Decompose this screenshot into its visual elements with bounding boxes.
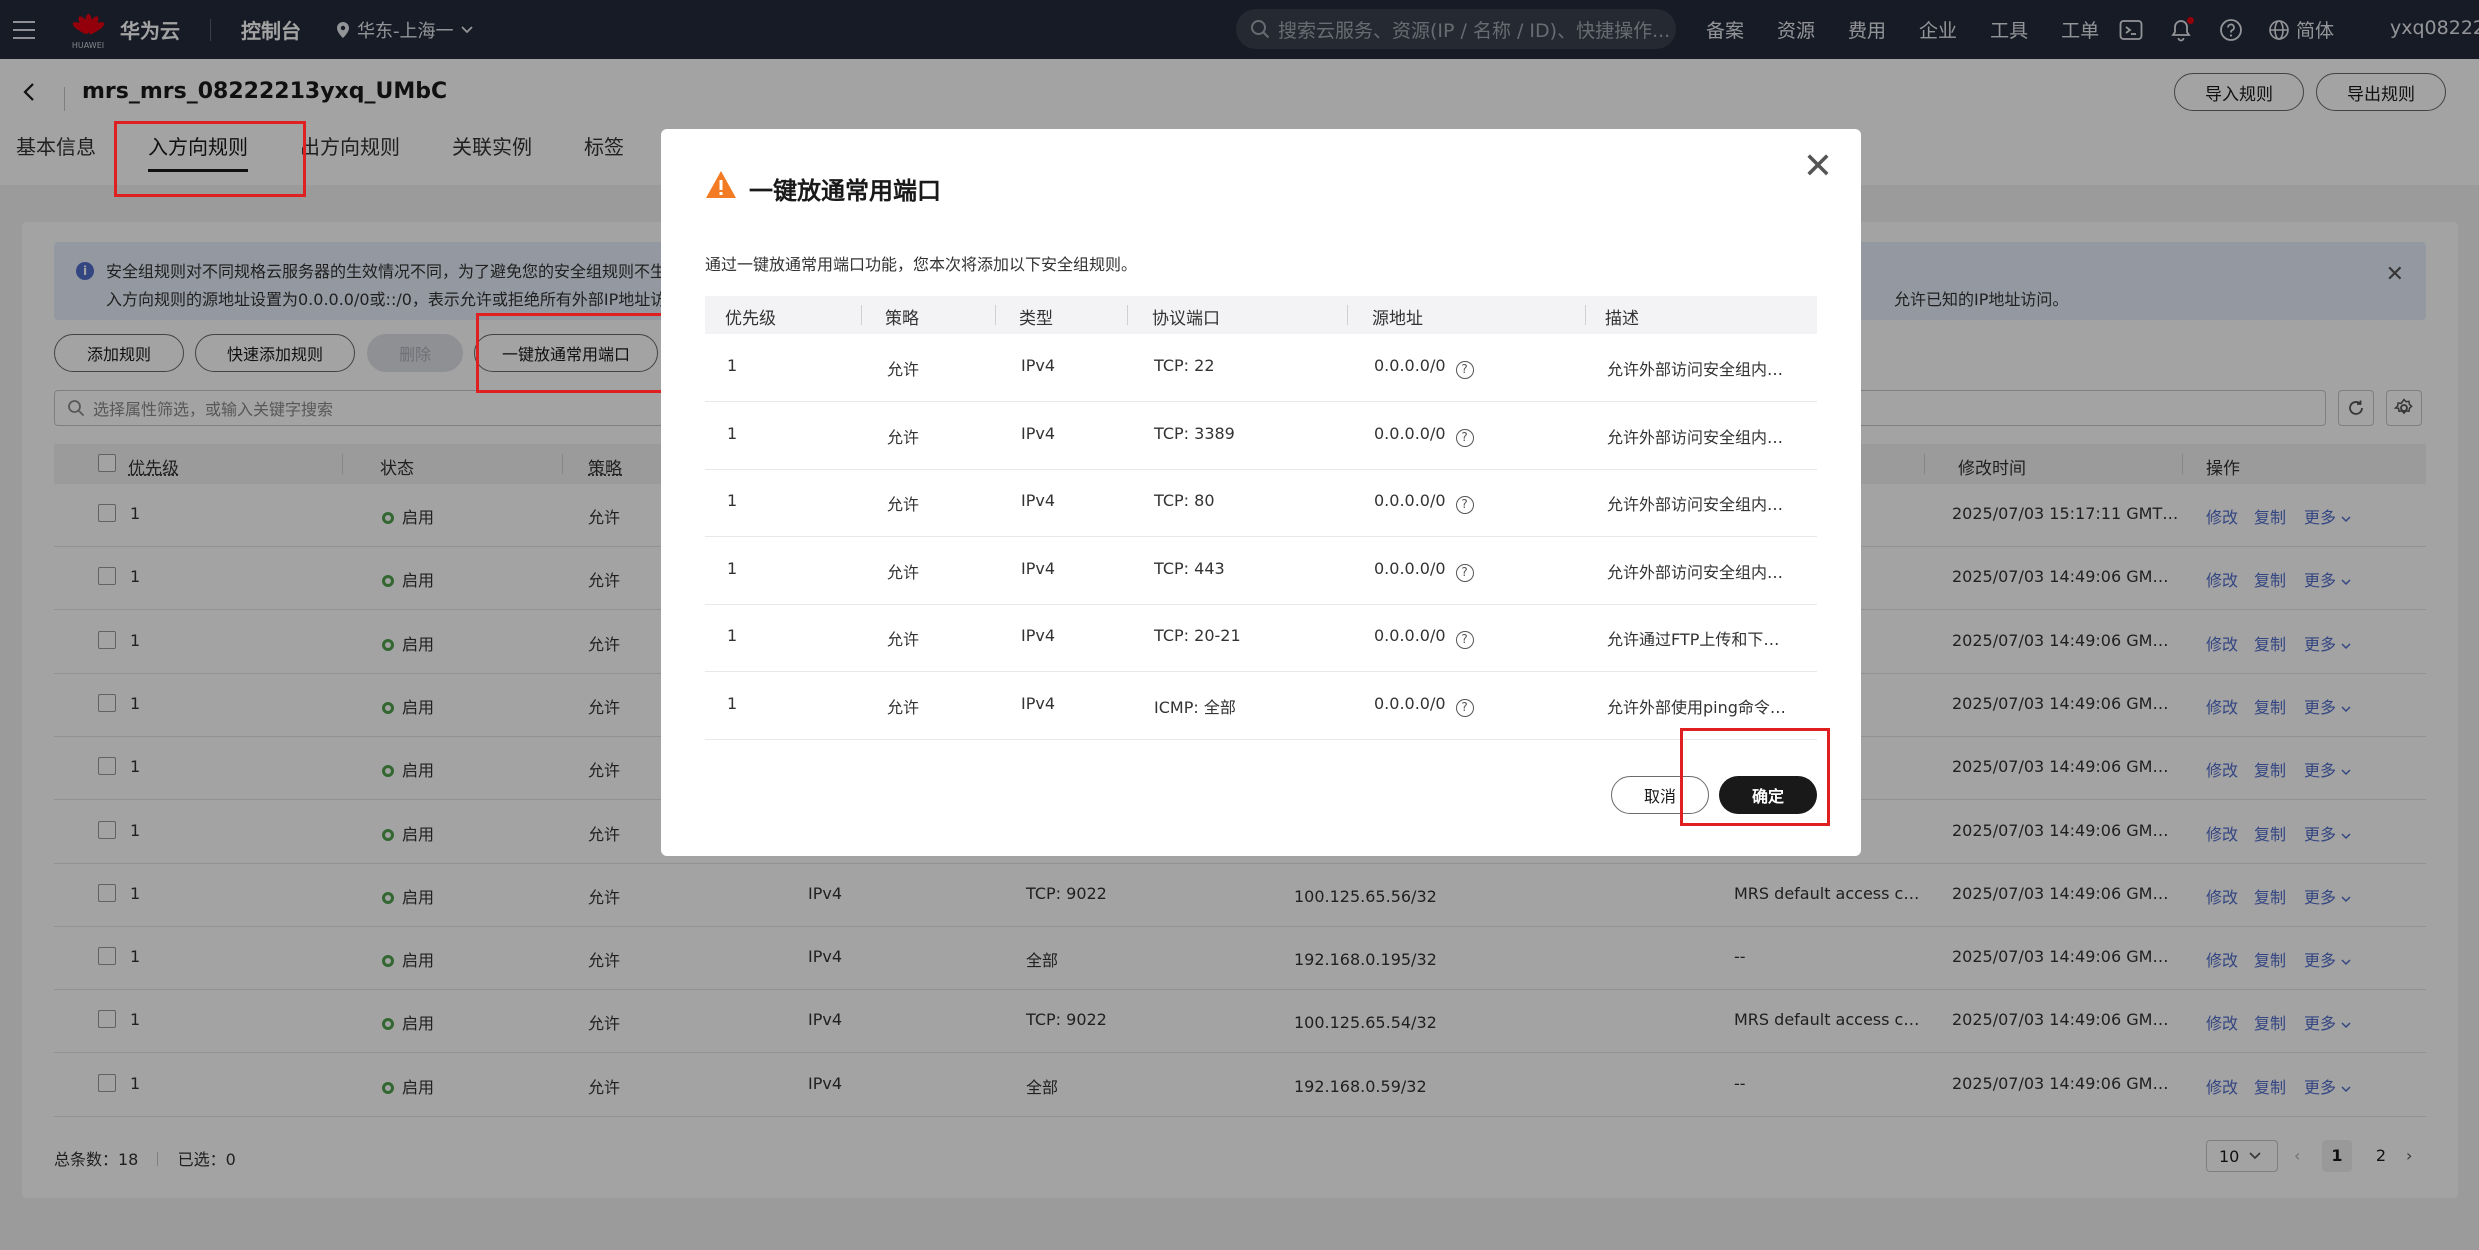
cancel-button[interactable]: 取消: [1611, 776, 1709, 814]
dcell-type: IPv4: [1021, 424, 1055, 443]
dcell-policy: 允许: [887, 626, 919, 650]
dcell-priority: 1: [727, 356, 737, 375]
dcell-source: 0.0.0.0/0?: [1374, 491, 1474, 514]
dialog-table-row: 1 允许 IPv4 ICMP: 全部 0.0.0.0/0? 允许外部使用ping命令…: [705, 672, 1817, 740]
dcell-source: 0.0.0.0/0?: [1374, 559, 1474, 582]
dcell-policy: 允许: [887, 491, 919, 515]
dialog-table-row: 1 允许 IPv4 TCP: 3389 0.0.0.0/0? 允许外部访问安全组内…: [705, 402, 1817, 470]
dcell-priority: 1: [727, 626, 737, 645]
dialog-table-row: 1 允许 IPv4 TCP: 20-21 0.0.0.0/0? 允许通过FTP上传和下…: [705, 604, 1817, 672]
dcol-priority: 优先级: [725, 304, 776, 329]
dcell-port: TCP: 22: [1154, 356, 1215, 375]
dcell-port: TCP: 3389: [1154, 424, 1235, 443]
dcell-port: TCP: 443: [1154, 559, 1225, 578]
source-value: 0.0.0.0/0: [1374, 559, 1446, 578]
dcell-source: 0.0.0.0/0?: [1374, 626, 1474, 649]
source-value: 0.0.0.0/0: [1374, 491, 1446, 510]
dcell-port: TCP: 80: [1154, 491, 1215, 510]
dcell-description: 允许外部访问安全组内…: [1607, 491, 1783, 515]
dcell-port: ICMP: 全部: [1154, 694, 1236, 718]
dcell-priority: 1: [727, 491, 737, 510]
dcell-policy: 允许: [887, 424, 919, 448]
dcol-desc: 描述: [1605, 304, 1639, 329]
dcell-type: IPv4: [1021, 491, 1055, 510]
column-divider: [1585, 305, 1586, 325]
one-click-ports-dialog: ✕ 一键放通常用端口 通过一键放通常用端口功能，您本次将添加以下安全组规则。 优…: [661, 129, 1861, 856]
dcell-port: TCP: 20-21: [1154, 626, 1241, 645]
dcell-type: IPv4: [1021, 694, 1055, 713]
column-divider: [1347, 305, 1348, 325]
dialog-table-row: 1 允许 IPv4 TCP: 80 0.0.0.0/0? 允许外部访问安全组内…: [705, 469, 1817, 537]
dcol-policy: 策略: [885, 304, 919, 329]
dcell-priority: 1: [727, 559, 737, 578]
column-divider: [995, 305, 996, 325]
dialog-table-row: 1 允许 IPv4 TCP: 22 0.0.0.0/0? 允许外部访问安全组内…: [705, 334, 1817, 402]
help-question-icon[interactable]: ?: [1456, 631, 1474, 649]
dcell-type: IPv4: [1021, 559, 1055, 578]
dcell-description: 允许外部访问安全组内…: [1607, 559, 1783, 583]
help-question-icon[interactable]: ?: [1456, 564, 1474, 582]
source-value: 0.0.0.0/0: [1374, 424, 1446, 443]
dcell-source: 0.0.0.0/0?: [1374, 424, 1474, 447]
dcell-type: IPv4: [1021, 356, 1055, 375]
dcell-description: 允许外部使用ping命令…: [1607, 694, 1786, 718]
dcell-type: IPv4: [1021, 626, 1055, 645]
source-value: 0.0.0.0/0: [1374, 626, 1446, 645]
dcol-port: 协议端口: [1152, 304, 1220, 329]
dcol-type: 类型: [1019, 304, 1053, 329]
dcell-source: 0.0.0.0/0?: [1374, 694, 1474, 717]
help-question-icon[interactable]: ?: [1456, 429, 1474, 447]
source-value: 0.0.0.0/0: [1374, 694, 1446, 713]
help-question-icon[interactable]: ?: [1456, 496, 1474, 514]
column-divider: [1127, 305, 1128, 325]
help-question-icon[interactable]: ?: [1456, 699, 1474, 717]
dialog-description: 通过一键放通常用端口功能，您本次将添加以下安全组规则。: [705, 251, 1137, 275]
dcell-description: 允许通过FTP上传和下…: [1607, 626, 1779, 650]
source-value: 0.0.0.0/0: [1374, 356, 1446, 375]
dcell-description: 允许外部访问安全组内…: [1607, 356, 1783, 380]
dcell-priority: 1: [727, 694, 737, 713]
dcell-policy: 允许: [887, 356, 919, 380]
dcell-description: 允许外部访问安全组内…: [1607, 424, 1783, 448]
column-divider: [861, 305, 862, 325]
dcell-source: 0.0.0.0/0?: [1374, 356, 1474, 379]
dialog-table-header: 优先级 策略 类型 协议端口 源地址 描述: [705, 296, 1817, 334]
dialog-title: 一键放通常用端口: [749, 171, 941, 206]
close-icon[interactable]: ✕: [1803, 149, 1833, 185]
dialog-table-row: 1 允许 IPv4 TCP: 443 0.0.0.0/0? 允许外部访问安全组内…: [705, 537, 1817, 605]
dcell-policy: 允许: [887, 694, 919, 718]
dcell-priority: 1: [727, 424, 737, 443]
dcell-policy: 允许: [887, 559, 919, 583]
dcol-source: 源地址: [1372, 304, 1423, 329]
warning-icon: [705, 169, 737, 201]
help-question-icon[interactable]: ?: [1456, 361, 1474, 379]
confirm-button[interactable]: 确定: [1719, 776, 1817, 814]
